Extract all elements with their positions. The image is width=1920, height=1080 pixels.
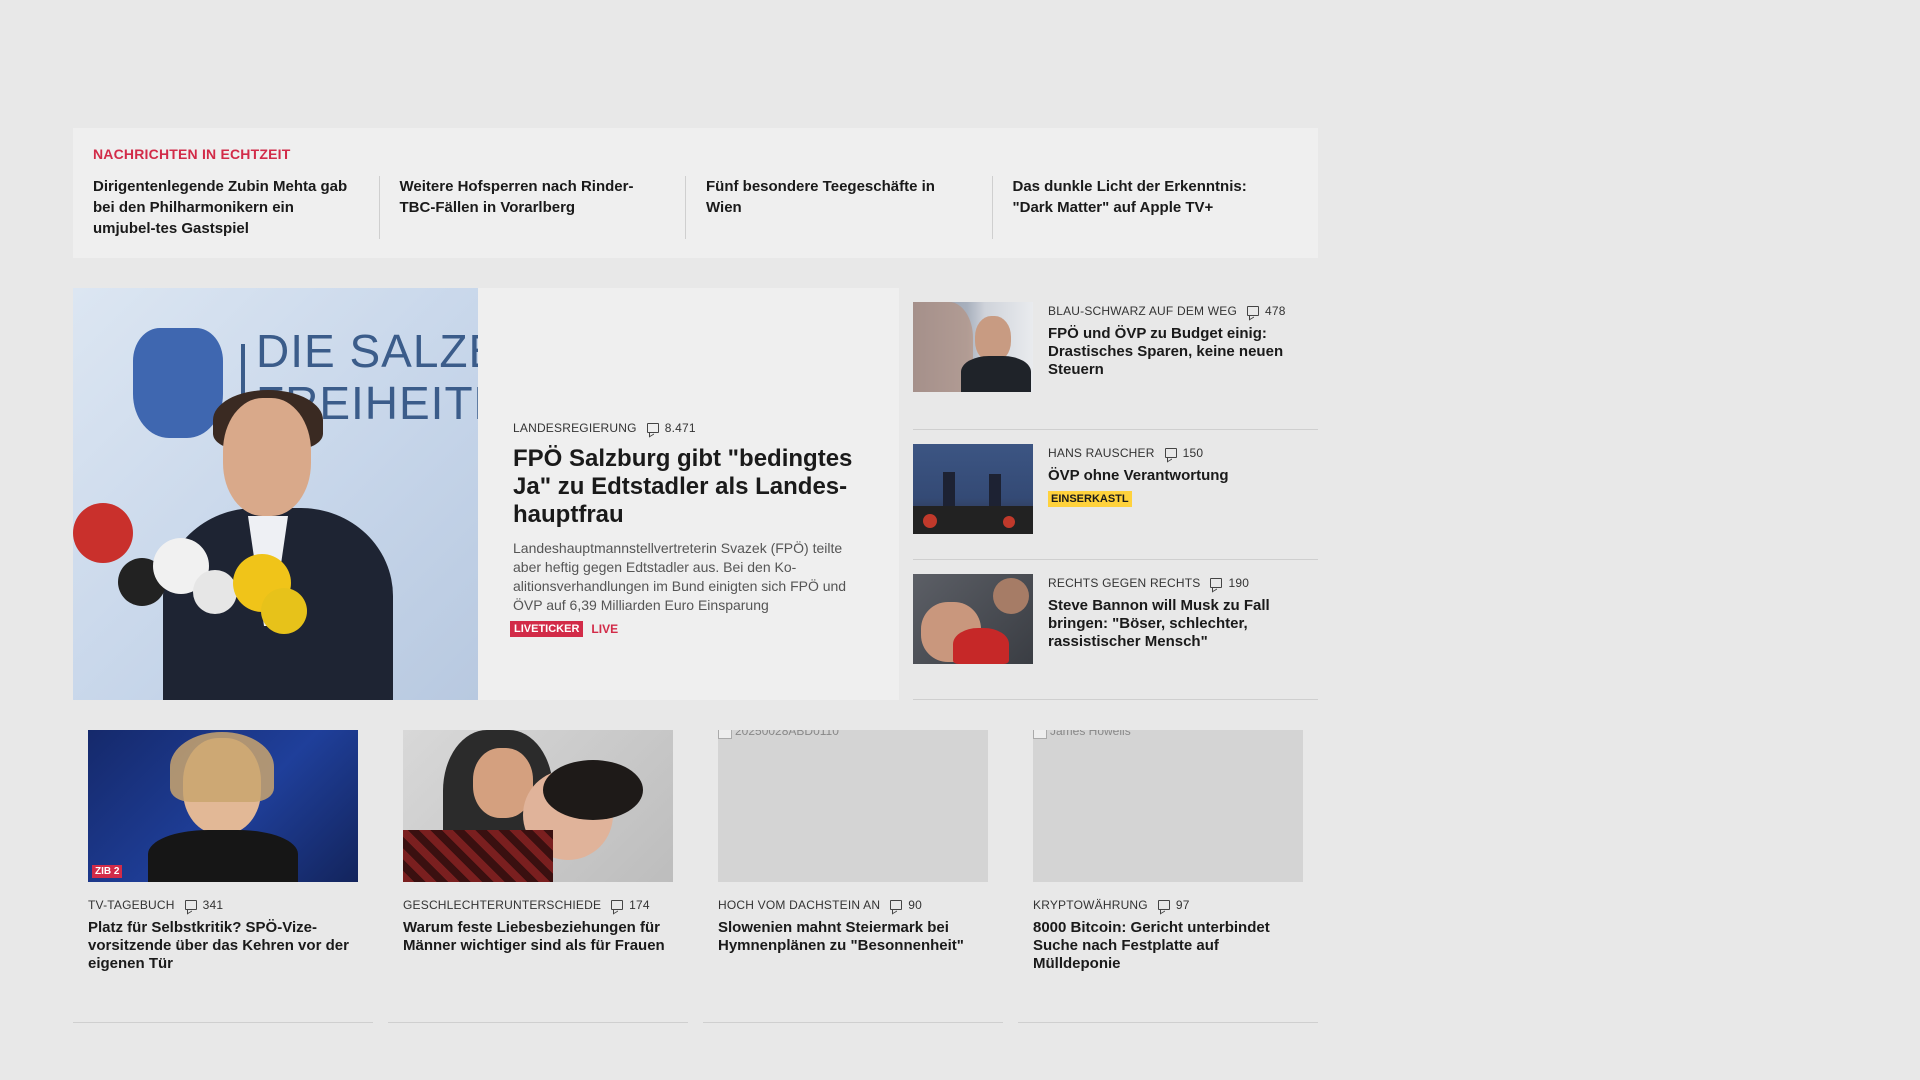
comment-icon bbox=[1247, 306, 1260, 316]
article-thumbnail-broken[interactable]: 20250028ABD0110 bbox=[718, 730, 988, 882]
article-thumbnail[interactable] bbox=[913, 574, 1033, 664]
hero-headline[interactable]: FPÖ Salzburg gibt "bedingtes Ja" zu Edts… bbox=[513, 445, 859, 529]
article-card[interactable]: GESCHLECHTERUNTERSCHIEDE 174 Warum feste… bbox=[388, 715, 688, 1023]
image-alt-text: 20250028ABD0110 bbox=[718, 730, 839, 739]
article-thumbnail[interactable]: ZIB 2 bbox=[88, 730, 358, 882]
article-headline[interactable]: FPÖ und ÖVP zu Budget einig: Drastisches… bbox=[1048, 325, 1318, 379]
comment-icon bbox=[184, 900, 197, 910]
article-thumbnail[interactable] bbox=[913, 302, 1033, 392]
comment-icon bbox=[1164, 448, 1177, 458]
alt-label: James Howells bbox=[1050, 730, 1131, 738]
hero-image[interactable]: DIE SALZBU FREIHEITLI bbox=[73, 288, 478, 700]
broken-image-icon bbox=[1033, 730, 1047, 739]
kicker-label: RECHTS GEGEN RECHTS bbox=[1048, 576, 1201, 590]
comment-count[interactable]: 478 bbox=[1265, 304, 1286, 318]
realtime-news-ticker: NACHRICHTEN IN ECHTZEIT Dirigentenlegend… bbox=[73, 128, 1318, 258]
list-item[interactable]: HANS RAUSCHER 150 ÖVP ohne Verantwortung… bbox=[913, 430, 1318, 560]
kicker-label: TV-TAGEBUCH bbox=[88, 898, 175, 912]
microphone-icon bbox=[73, 503, 133, 563]
comment-icon bbox=[1210, 578, 1223, 588]
article-headline[interactable]: Steve Bannon will Musk zu Fall bringen: … bbox=[1048, 597, 1318, 651]
hero-text: LANDESREGIERUNG 8.471 FPÖ Salzburg gibt … bbox=[478, 288, 899, 700]
article-headline[interactable]: Warum feste Liebesbeziehungen für Männer… bbox=[403, 919, 673, 955]
live-label: LIVE bbox=[591, 622, 619, 636]
article-headline[interactable]: Slowenien mahnt Steiermark bei Hymnenplä… bbox=[718, 919, 988, 955]
kicker-label: KRYPTOWÄHRUNG bbox=[1033, 898, 1148, 912]
article-text: BLAU-SCHWARZ AUF DEM WEG 478 FPÖ und ÖVP… bbox=[1048, 302, 1318, 393]
einserkastl-badge: EINSERKASTL bbox=[1048, 491, 1132, 507]
article-card[interactable]: James Howells KRYPTOWÄHRUNG 97 8000 Bitc… bbox=[1018, 715, 1318, 1023]
ticker-item[interactable]: Fünf besondere Teegeschäfte in Wien bbox=[685, 176, 992, 239]
side-article-list: BLAU-SCHWARZ AUF DEM WEG 478 FPÖ und ÖVP… bbox=[913, 288, 1318, 700]
comment-count[interactable]: 150 bbox=[1183, 446, 1204, 460]
comment-count[interactable]: 174 bbox=[629, 898, 650, 912]
comment-count[interactable]: 190 bbox=[1228, 576, 1249, 590]
image-alt-text: James Howells bbox=[1033, 730, 1131, 739]
article-kicker: GESCHLECHTERUNTERSCHIEDE 174 bbox=[403, 898, 673, 912]
broken-image-icon bbox=[718, 730, 732, 739]
article-text: RECHTS GEGEN RECHTS 190 Steve Bannon wil… bbox=[1048, 574, 1318, 663]
list-item[interactable]: BLAU-SCHWARZ AUF DEM WEG 478 FPÖ und ÖVP… bbox=[913, 288, 1318, 430]
article-kicker: HANS RAUSCHER 150 bbox=[1048, 446, 1318, 460]
alt-label: 20250028ABD0110 bbox=[735, 730, 839, 738]
comment-icon bbox=[1157, 900, 1170, 910]
article-kicker: BLAU-SCHWARZ AUF DEM WEG 478 bbox=[1048, 304, 1318, 318]
comment-count[interactable]: 341 bbox=[203, 898, 224, 912]
list-item[interactable]: RECHTS GEGEN RECHTS 190 Steve Bannon wil… bbox=[913, 560, 1318, 700]
hero-teaser: Landeshauptmannstellvertreterin Svazek (… bbox=[513, 540, 847, 613]
comment-icon bbox=[611, 900, 624, 910]
article-headline[interactable]: 8000 Bitcoin: Gericht unterbindet Suche … bbox=[1033, 919, 1303, 973]
ticker-item[interactable]: Das dunkle Licht der Erkenntnis: "Dark M… bbox=[991, 176, 1299, 239]
article-thumbnail-broken[interactable]: James Howells bbox=[1033, 730, 1303, 882]
article-kicker: HOCH VOM DACHSTEIN AN 90 bbox=[718, 898, 988, 912]
article-thumbnail[interactable] bbox=[403, 730, 673, 882]
liveticker-badge: LIVETICKER bbox=[510, 621, 584, 637]
article-headline[interactable]: ÖVP ohne Verantwortung bbox=[1048, 467, 1318, 485]
microphone-icon bbox=[261, 588, 307, 634]
article-thumbnail[interactable] bbox=[913, 444, 1033, 534]
ticker-item[interactable]: Weitere Hofsperren nach Rinder-TBC-Fälle… bbox=[378, 176, 686, 239]
ticker-item[interactable]: Dirigentenlegende Zubin Mehta gab bei de… bbox=[93, 176, 379, 239]
article-kicker: RECHTS GEGEN RECHTS 190 bbox=[1048, 576, 1318, 590]
article-kicker: KRYPTOWÄHRUNG 97 bbox=[1033, 898, 1303, 912]
comment-icon bbox=[890, 900, 903, 910]
comment-count[interactable]: 8.471 bbox=[665, 421, 696, 435]
article-text: HANS RAUSCHER 150 ÖVP ohne Verantwortung… bbox=[1048, 444, 1318, 523]
wall-lettering: DIE SALZBU bbox=[256, 325, 478, 377]
kicker-label: HOCH VOM DACHSTEIN AN bbox=[718, 898, 881, 912]
article-card[interactable]: ZIB 2 TV-TAGEBUCH 341 Platz für Selbstkr… bbox=[73, 715, 373, 1023]
ticker-title: NACHRICHTEN IN ECHTZEIT bbox=[93, 146, 291, 162]
hero-kicker: LANDESREGIERUNG 8.471 bbox=[513, 421, 859, 435]
hero-tags: LIVETICKER LIVE bbox=[510, 621, 859, 637]
hero-article[interactable]: DIE SALZBU FREIHEITLI LANDESREGIERUNG 8.… bbox=[73, 288, 899, 700]
microphone-icon bbox=[193, 570, 237, 614]
article-grid: ZIB 2 TV-TAGEBUCH 341 Platz für Selbstkr… bbox=[73, 715, 1318, 1023]
article-kicker: TV-TAGEBUCH 341 bbox=[88, 898, 358, 912]
comment-count[interactable]: 97 bbox=[1176, 898, 1190, 912]
zib2-logo: ZIB 2 bbox=[92, 865, 123, 878]
article-headline[interactable]: Platz für Selbstkritik? SPÖ-Vize-vorsitz… bbox=[88, 919, 358, 973]
article-card[interactable]: 20250028ABD0110 HOCH VOM DACHSTEIN AN 90… bbox=[703, 715, 1003, 1023]
comment-count[interactable]: 90 bbox=[908, 898, 922, 912]
kicker-label: BLAU-SCHWARZ AUF DEM WEG bbox=[1048, 304, 1238, 318]
kicker-label: HANS RAUSCHER bbox=[1048, 446, 1155, 460]
ticker-list: Dirigentenlegende Zubin Mehta gab bei de… bbox=[93, 176, 1298, 239]
kicker-label: GESCHLECHTERUNTERSCHIEDE bbox=[403, 898, 602, 912]
kicker-label: LANDESREGIERUNG bbox=[513, 421, 637, 435]
comment-icon bbox=[646, 423, 659, 433]
